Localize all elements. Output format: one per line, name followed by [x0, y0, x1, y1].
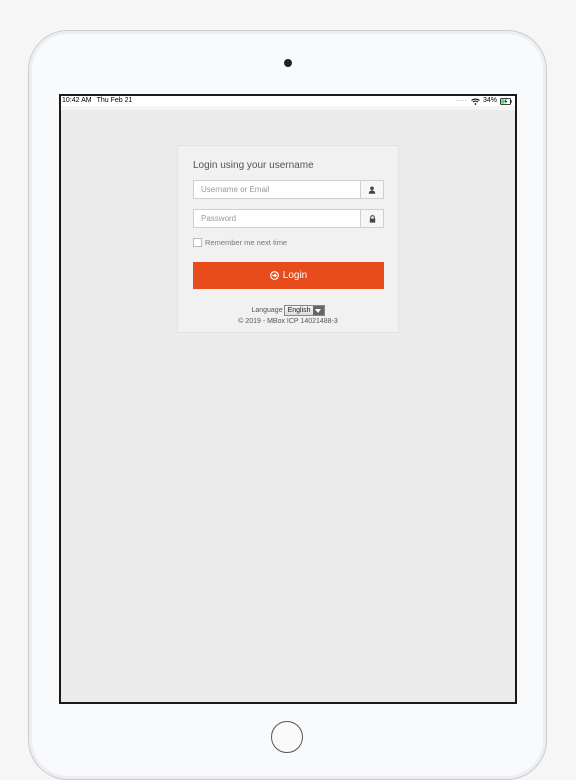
copyright-text: © 2019 - MBox ICP 14021488-3 [238, 318, 338, 325]
screen-content: 10:42 AM Thu Feb 21 ···· 34% Login using… [61, 96, 515, 702]
login-title: Login using your username [193, 160, 314, 171]
circle-arrow-right-icon [269, 271, 279, 280]
status-left: 10:42 AM Thu Feb 21 [62, 96, 137, 106]
username-field-group [193, 180, 384, 199]
user-icon [360, 181, 383, 198]
password-field-group [193, 209, 384, 228]
status-time: 10:42 AM [62, 97, 92, 104]
remember-me-checkbox[interactable] [193, 238, 202, 247]
front-camera [284, 59, 292, 67]
signal-dots-icon: ···· [455, 98, 468, 104]
language-select[interactable]: English [283, 305, 325, 316]
status-date: Thu Feb 21 [96, 97, 133, 104]
status-right: ···· 34% [456, 96, 512, 106]
screen: 10:42 AM Thu Feb 21 ···· 34% Login using… [59, 94, 517, 704]
wifi-icon [471, 98, 480, 105]
page-top-strip [61, 106, 515, 110]
login-button-label: Login [282, 270, 308, 281]
remember-me-label: Remember me next time [205, 238, 288, 247]
lock-icon [360, 210, 383, 227]
home-button[interactable] [271, 721, 303, 753]
login-card: Login using your username Username or Em… [177, 145, 399, 333]
language-value: English [284, 306, 313, 315]
username-input[interactable] [194, 181, 360, 198]
battery-percent: 34% [482, 97, 497, 104]
battery-icon [500, 97, 512, 105]
status-bar: 10:42 AM Thu Feb 21 ···· 34% [61, 96, 515, 106]
password-input[interactable] [194, 210, 360, 227]
caret-down-icon [312, 306, 324, 315]
login-button[interactable]: Login [193, 262, 384, 289]
language-row: Language English [178, 305, 398, 316]
remember-me[interactable]: Remember me next time [193, 238, 287, 247]
language-label: Language [251, 307, 283, 314]
